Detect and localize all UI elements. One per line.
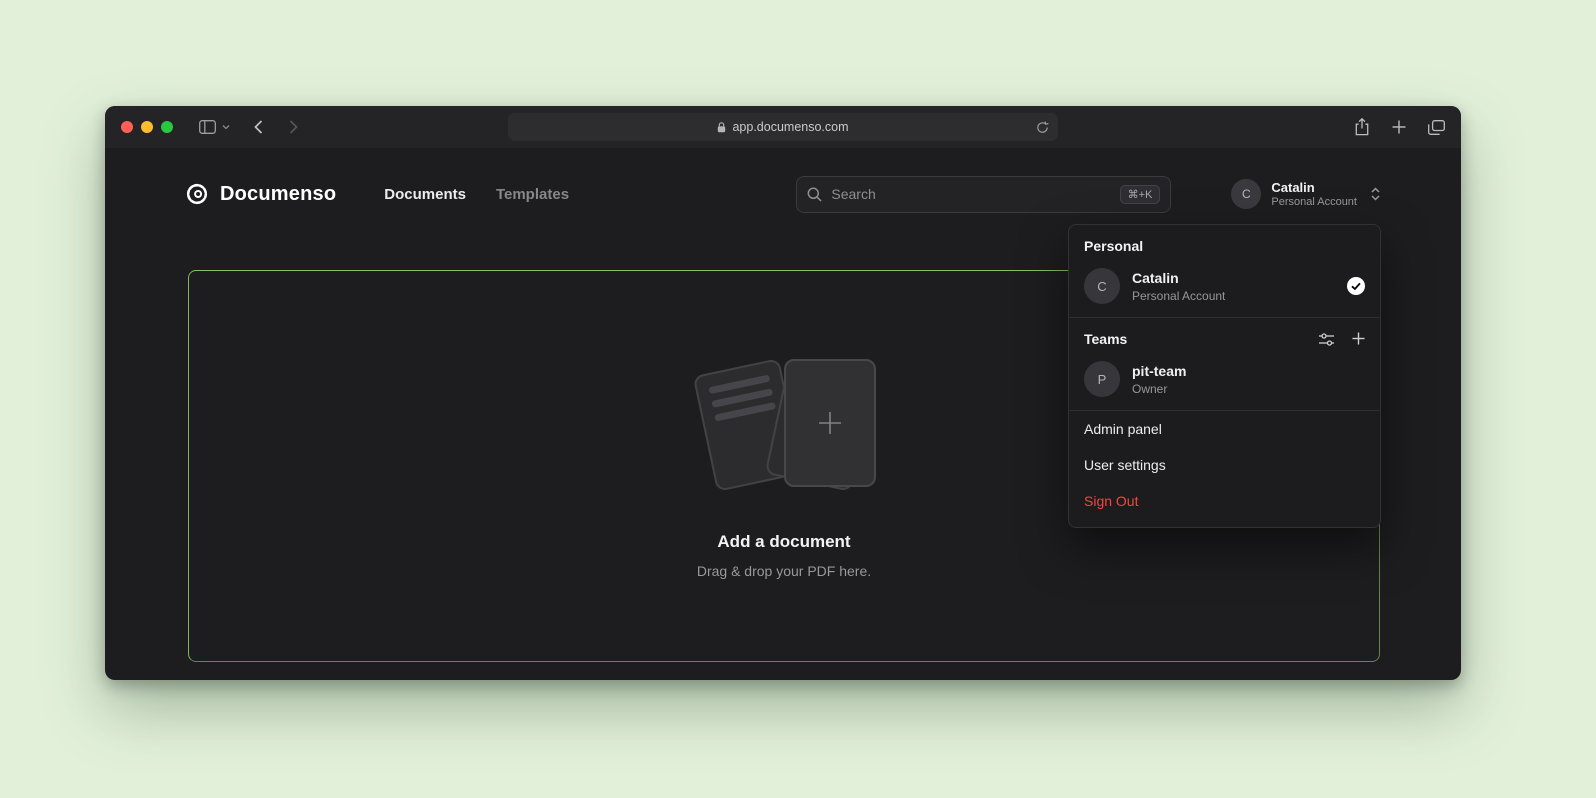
- personal-account-item[interactable]: C Catalin Personal Account: [1069, 262, 1380, 317]
- plus-icon: [815, 408, 845, 438]
- titlebar-right-controls: [1354, 118, 1445, 136]
- titlebar-left-controls: [199, 120, 298, 134]
- search-input[interactable]: Search ⌘+K: [796, 176, 1171, 213]
- menu-item-user-settings[interactable]: User settings: [1069, 447, 1380, 483]
- account-menu-trigger[interactable]: C Catalin Personal Account: [1231, 179, 1381, 209]
- teams-section-label: Teams: [1084, 331, 1127, 347]
- search-icon: [807, 187, 822, 202]
- personal-account-name: Catalin: [1132, 270, 1225, 286]
- teams-section-header: Teams: [1069, 318, 1380, 355]
- menu-item-admin-panel[interactable]: Admin panel: [1069, 411, 1380, 447]
- lock-icon: [717, 122, 726, 133]
- brand-name: Documenso: [220, 183, 336, 206]
- nav-documents[interactable]: Documents: [384, 186, 466, 203]
- search-shortcut-badge: ⌘+K: [1120, 185, 1161, 204]
- address-url: app.documenso.com: [732, 120, 848, 134]
- account-dropdown-menu: Personal C Catalin Personal Account Team…: [1068, 224, 1381, 528]
- tab-overview-icon[interactable]: [1428, 120, 1445, 135]
- dropzone-subtitle: Drag & drop your PDF here.: [697, 563, 871, 579]
- search-placeholder: Search: [831, 186, 1110, 202]
- sidebar-toggle-icon[interactable]: [199, 120, 216, 134]
- teams-actions: [1318, 332, 1365, 347]
- forward-button[interactable]: [289, 120, 298, 134]
- manage-teams-icon[interactable]: [1318, 332, 1335, 347]
- brand[interactable]: Documenso: [185, 182, 336, 206]
- share-icon[interactable]: [1354, 118, 1370, 136]
- account-name: Catalin: [1271, 180, 1357, 197]
- new-tab-icon[interactable]: [1392, 120, 1406, 134]
- address-bar[interactable]: app.documenso.com: [508, 113, 1058, 141]
- selected-check-icon: [1347, 277, 1365, 295]
- personal-section-label: Personal: [1069, 225, 1380, 262]
- refresh-icon[interactable]: [1036, 121, 1049, 134]
- personal-account-subtitle: Personal Account: [1132, 289, 1225, 303]
- team-item[interactable]: P pit-team Owner: [1069, 355, 1380, 410]
- primary-nav: Documents Templates: [384, 186, 569, 203]
- account-type: Personal Account: [1271, 196, 1357, 208]
- dropzone-title: Add a document: [717, 532, 850, 552]
- minimize-button[interactable]: [141, 121, 153, 133]
- document-card-add: [784, 359, 876, 487]
- team-name: pit-team: [1132, 363, 1186, 379]
- chevron-down-icon[interactable]: [222, 124, 230, 130]
- browser-window: app.documenso.com: [105, 106, 1461, 680]
- traffic-lights: [121, 121, 173, 133]
- menu-item-sign-out[interactable]: Sign Out: [1069, 483, 1380, 519]
- back-button[interactable]: [254, 120, 263, 134]
- documenso-logo-icon: [185, 182, 209, 206]
- avatar: P: [1084, 361, 1120, 397]
- chevron-updown-icon: [1370, 186, 1381, 202]
- team-role: Owner: [1132, 382, 1186, 396]
- browser-titlebar: app.documenso.com: [105, 106, 1461, 148]
- avatar: C: [1231, 179, 1261, 209]
- nav-templates[interactable]: Templates: [496, 186, 569, 203]
- add-team-icon[interactable]: [1352, 332, 1365, 347]
- close-button[interactable]: [121, 121, 133, 133]
- document-stack-illustration: [669, 354, 899, 502]
- avatar: C: [1084, 268, 1120, 304]
- zoom-button[interactable]: [161, 121, 173, 133]
